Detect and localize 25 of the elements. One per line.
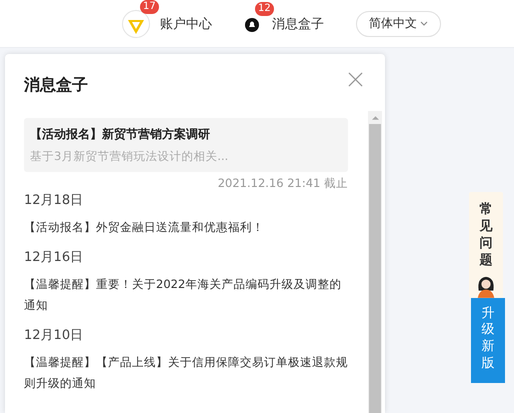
close-icon[interactable]: [348, 72, 363, 86]
featured-message-card[interactable]: 【活动报名】新贸节营销方案调研 基于3月新贸节营销玩法设计的相关...: [24, 118, 348, 172]
faq-tab[interactable]: 常见问题: [469, 192, 503, 298]
date-heading: 12月16日: [24, 249, 84, 266]
bell-icon[interactable]: [244, 16, 260, 32]
account-avatar-icon[interactable]: [122, 10, 150, 38]
scrollbar-thumb[interactable]: [369, 124, 381, 413]
date-heading: 12月18日: [24, 192, 84, 209]
language-select[interactable]: 简体中文: [356, 10, 441, 36]
message-link[interactable]: 【温馨提醒】重要！关于2022年海关产品编码升级及调整的通知: [24, 274, 348, 316]
account-center-link[interactable]: 账户中心: [160, 14, 212, 32]
scroll-up-icon[interactable]: [372, 115, 378, 120]
caret-icon: [420, 21, 428, 26]
message-link[interactable]: 【温馨提醒】【产品上线】关于信用保障交易订单极速退款规则升级的通知: [24, 352, 348, 394]
count-badge: 17: [140, 0, 159, 14]
message-box-link[interactable]: 消息盒子: [272, 14, 324, 32]
message-link[interactable]: 【活动报名】外贸金融日送流量和优惠福利！: [24, 217, 348, 238]
message-title: 【活动报名】新贸节营销方案调研: [30, 126, 211, 143]
faq-label: 常见问题: [480, 202, 492, 270]
count-badge: 12: [255, 2, 274, 16]
message-summary: 基于3月新贸节营销玩法设计的相关...: [30, 149, 230, 164]
deadline-text: 2021.12.16 21:41 截止: [218, 176, 348, 191]
scrollbar[interactable]: [368, 111, 382, 413]
panel-title: 消息盒子: [24, 74, 88, 96]
date-heading: 12月10日: [24, 327, 84, 344]
